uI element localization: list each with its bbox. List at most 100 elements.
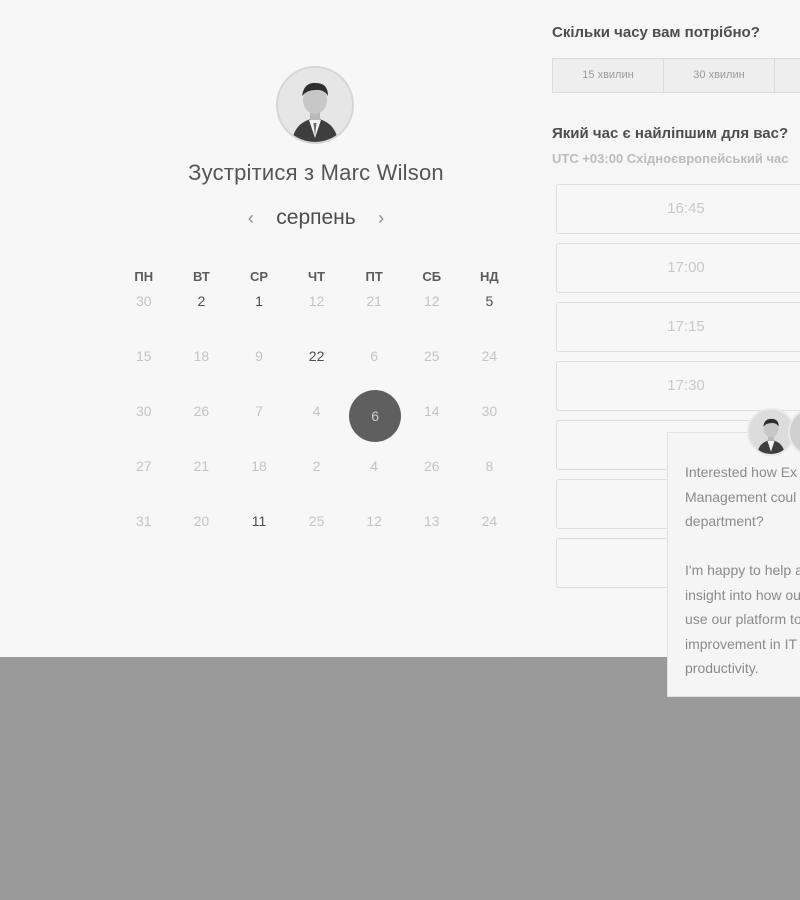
calendar-day[interactable]: 25	[288, 508, 346, 563]
day-number: 4	[370, 458, 379, 474]
calendar-day[interactable]: 24	[461, 508, 519, 563]
day-number: 31	[136, 513, 152, 529]
calendar-day[interactable]: 12	[403, 288, 461, 343]
day-number: 24	[481, 513, 498, 529]
chevron-left-icon[interactable]: ‹	[248, 208, 254, 229]
calendar-day[interactable]: 24	[461, 343, 519, 398]
duration-option[interactable]: 30 хвилин	[664, 59, 775, 92]
chat-line: use our platform to	[685, 611, 800, 627]
time-slot-label: 16:45	[667, 200, 705, 217]
duration-option[interactable]: 15 хвилин	[553, 59, 664, 92]
calendar-day[interactable]: 2	[173, 288, 231, 343]
day-number: 18	[193, 348, 210, 364]
calendar-day[interactable]: 7	[230, 398, 288, 453]
time-slot-button[interactable]: 17:30	[556, 361, 800, 411]
day-number: 27	[136, 458, 152, 474]
day-number: 14	[423, 403, 440, 419]
weekday-header: СР	[249, 269, 269, 284]
time-slot-button[interactable]: 17:00	[556, 243, 800, 293]
day-number: 18	[251, 458, 267, 474]
weekday-header: ЧТ	[308, 269, 326, 284]
day-number: 20	[193, 513, 210, 529]
weekday-header: ПН	[134, 269, 154, 284]
day-number: 6	[370, 348, 379, 364]
day-number: 2	[312, 458, 321, 474]
day-number: 1	[255, 293, 263, 309]
weekday-header: ВТ	[192, 269, 210, 284]
calendar-day[interactable]: 25	[403, 343, 461, 398]
calendar-day[interactable]: 22	[288, 343, 346, 398]
weekday-header: СБ	[422, 269, 442, 284]
day-number: 12	[366, 513, 382, 529]
duration-question: Скільки часу вам потрібно?	[552, 24, 760, 41]
calendar-day[interactable]: 26	[403, 453, 461, 508]
day-number: 25	[308, 513, 325, 529]
time-slot-label: 17:00	[667, 259, 705, 276]
duration-option[interactable]	[775, 59, 800, 92]
day-number: 15	[136, 348, 152, 364]
day-number: 26	[423, 458, 440, 474]
calendar-day[interactable]: 27	[115, 453, 173, 508]
calendar-day[interactable]: 26	[173, 398, 231, 453]
calendar-day[interactable]: 30	[115, 398, 173, 453]
weekday-header: НД	[480, 269, 499, 284]
chat-line: department?	[685, 513, 764, 529]
month-label: серпень	[276, 206, 356, 229]
calendar-grid: ПН ВТ СР ЧТ ПТ СБ НД 30 2 1 12 21 12 5 15 18 9 22 6 25 24 30 2…	[115, 266, 518, 563]
day-number: 9	[255, 348, 263, 364]
calendar-day[interactable]: 15	[115, 343, 173, 398]
day-number: 24	[481, 348, 498, 364]
chat-popup[interactable]: Interested how Ex Management coul depart…	[667, 432, 800, 697]
calendar-day[interactable]: 4	[345, 453, 403, 508]
weekday-header: ПТ	[365, 269, 383, 284]
time-slot-label: 17:15	[667, 318, 705, 335]
chevron-right-icon[interactable]: ›	[378, 208, 384, 229]
day-number: 8	[485, 458, 494, 474]
day-number: 2	[197, 293, 206, 309]
calendar-day[interactable]: 30	[461, 398, 519, 453]
calendar-day[interactable]: 5	[461, 288, 519, 343]
day-number: 30	[136, 403, 152, 419]
day-number: 12	[423, 293, 440, 309]
duration-selector: 15 хвилин 30 хвилин	[552, 58, 800, 93]
calendar-day[interactable]: 13	[403, 508, 461, 563]
chat-line: I'm happy to help a	[685, 562, 800, 578]
time-question: Який час є найліпшим для вас?	[552, 125, 789, 142]
calendar-day[interactable]: 11	[230, 508, 288, 563]
day-number: 5	[485, 293, 494, 309]
timezone-label[interactable]: UTC +03:00 Східноєвропейський час	[552, 151, 789, 166]
calendar-day[interactable]: 1	[230, 288, 288, 343]
chat-message: Interested how Ex Management coul depart…	[685, 460, 800, 681]
selected-day[interactable]: 6	[345, 390, 403, 453]
calendar-day[interactable]: 31	[115, 508, 173, 563]
calendar-day[interactable]: 12	[288, 288, 346, 343]
calendar-day[interactable]: 14	[403, 398, 461, 453]
day-number: 30	[481, 403, 498, 419]
chat-line: improvement in IT	[685, 635, 798, 652]
day-number: 21	[366, 293, 382, 309]
calendar-day[interactable]: 8	[461, 453, 519, 508]
day-number: 26	[193, 403, 210, 419]
calendar-day[interactable]: 18	[230, 453, 288, 508]
time-slot-label: 17:30	[667, 377, 705, 394]
calendar-day[interactable]: 30	[115, 288, 173, 343]
calendar-day[interactable]: 18	[173, 343, 231, 398]
day-number: 13	[423, 513, 440, 529]
calendar-day[interactable]: 2	[288, 453, 346, 508]
calendar-day[interactable]: 9	[230, 343, 288, 398]
time-slot-button[interactable]: 16:45	[556, 184, 800, 234]
chat-line: Interested how Ex	[685, 464, 798, 480]
chat-line: insight into how ou	[685, 586, 800, 603]
chat-line	[685, 534, 800, 559]
host-avatar	[276, 66, 354, 144]
calendar-day[interactable]: 12	[345, 508, 403, 563]
calendar-day[interactable]: 21	[345, 288, 403, 343]
time-slot-button[interactable]: 17:15	[556, 302, 800, 352]
calendar-day[interactable]: 20	[173, 508, 231, 563]
day-number: 6	[349, 390, 402, 442]
calendar-day[interactable]: 4	[288, 398, 346, 453]
day-number: 25	[423, 348, 440, 364]
chat-line: productivity.	[685, 660, 759, 676]
calendar-day[interactable]: 21	[173, 453, 231, 508]
day-number: 7	[255, 403, 263, 419]
